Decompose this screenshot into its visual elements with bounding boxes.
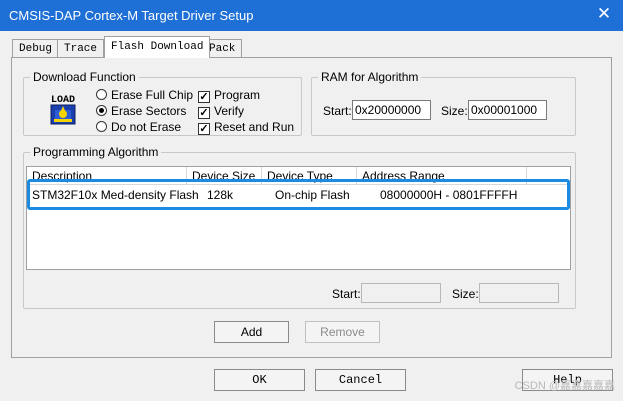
checkbox-label: Program	[214, 88, 261, 102]
ok-button[interactable]: OK	[214, 369, 305, 391]
column-device-type[interactable]: Device Type	[262, 167, 357, 185]
row-address-range: 08000000H - 0801FFFFH	[380, 188, 518, 202]
ram-size-input[interactable]: 0x00001000	[468, 100, 547, 120]
checkbox-label: Reset and Run	[214, 120, 295, 134]
algo-start-input[interactable]	[361, 283, 441, 303]
algorithm-list-header: Description Device Size Device Type Addr…	[27, 167, 570, 185]
radio-label: Erase Sectors	[111, 104, 187, 118]
tab-flash-download[interactable]: Flash Download	[104, 36, 211, 58]
radio-label: Erase Full Chip	[111, 88, 194, 102]
check-icon: ✓	[198, 91, 210, 103]
tab-trace[interactable]: Trace	[57, 39, 105, 58]
watermark: CSDN @嘉嘉嘉嘉嘉	[514, 380, 615, 392]
radio-erase-sectors[interactable]: Erase Sectors	[96, 104, 186, 118]
column-address-range[interactable]: Address Range	[357, 167, 527, 185]
tab-debug[interactable]: Debug	[12, 39, 60, 58]
table-row[interactable]: STM32F10x Med-density Flash 128k On-chip…	[27, 186, 570, 204]
radio-erase-full-chip[interactable]: Erase Full Chip	[96, 88, 193, 102]
column-device-size[interactable]: Device Size	[187, 167, 262, 185]
algo-size-input[interactable]	[479, 283, 559, 303]
radio-do-not-erase[interactable]: Do not Erase	[96, 120, 181, 134]
ram-size-label: Size:	[441, 104, 468, 118]
radio-dot	[96, 121, 107, 132]
close-icon[interactable]: ✕	[595, 5, 613, 23]
row-device-size: 128k	[207, 188, 234, 202]
cancel-button[interactable]: Cancel	[315, 369, 406, 391]
download-function-legend: Download Function	[30, 70, 139, 84]
remove-button[interactable]: Remove	[305, 321, 380, 343]
load-icon: LOAD	[46, 92, 80, 126]
column-filler	[527, 167, 570, 185]
radio-label: Do not Erase	[111, 120, 182, 134]
column-description[interactable]: Description	[27, 167, 187, 185]
add-button[interactable]: Add	[214, 321, 289, 343]
algorithm-list[interactable]: Description Device Size Device Type Addr…	[26, 166, 571, 270]
programming-legend: Programming Algorithm	[30, 145, 162, 159]
ram-start-input[interactable]: 0x20000000	[352, 100, 431, 120]
title-bar: CMSIS-DAP Cortex-M Target Driver Setup ✕	[0, 0, 623, 31]
tab-panel-flash-download: Download Function LOAD Erase Full Chip E…	[11, 57, 612, 358]
load-icon-text: LOAD	[51, 95, 75, 106]
algo-start-label: Start:	[332, 287, 361, 301]
ram-for-algorithm-group: RAM for Algorithm Start: 0x20000000 Size…	[311, 70, 576, 136]
checkbox-label: Verify	[214, 104, 245, 118]
check-icon: ✓	[198, 123, 210, 135]
window-title: CMSIS-DAP Cortex-M Target Driver Setup	[9, 8, 254, 23]
row-description: STM32F10x Med-density Flash	[32, 188, 199, 202]
row-device-type: On-chip Flash	[275, 188, 350, 202]
checkbox-program[interactable]: ✓ Program	[198, 88, 260, 103]
checkbox-verify[interactable]: ✓ Verify	[198, 104, 244, 119]
download-function-group: Download Function LOAD Erase Full Chip E…	[23, 70, 302, 136]
algo-size-label: Size:	[452, 287, 479, 301]
check-icon: ✓	[198, 107, 210, 119]
radio-dot	[96, 89, 107, 100]
checkbox-reset-and-run[interactable]: ✓ Reset and Run	[198, 120, 294, 135]
ram-start-label: Start:	[323, 104, 352, 118]
ram-legend: RAM for Algorithm	[318, 70, 422, 84]
radio-dot-selected	[96, 105, 107, 116]
